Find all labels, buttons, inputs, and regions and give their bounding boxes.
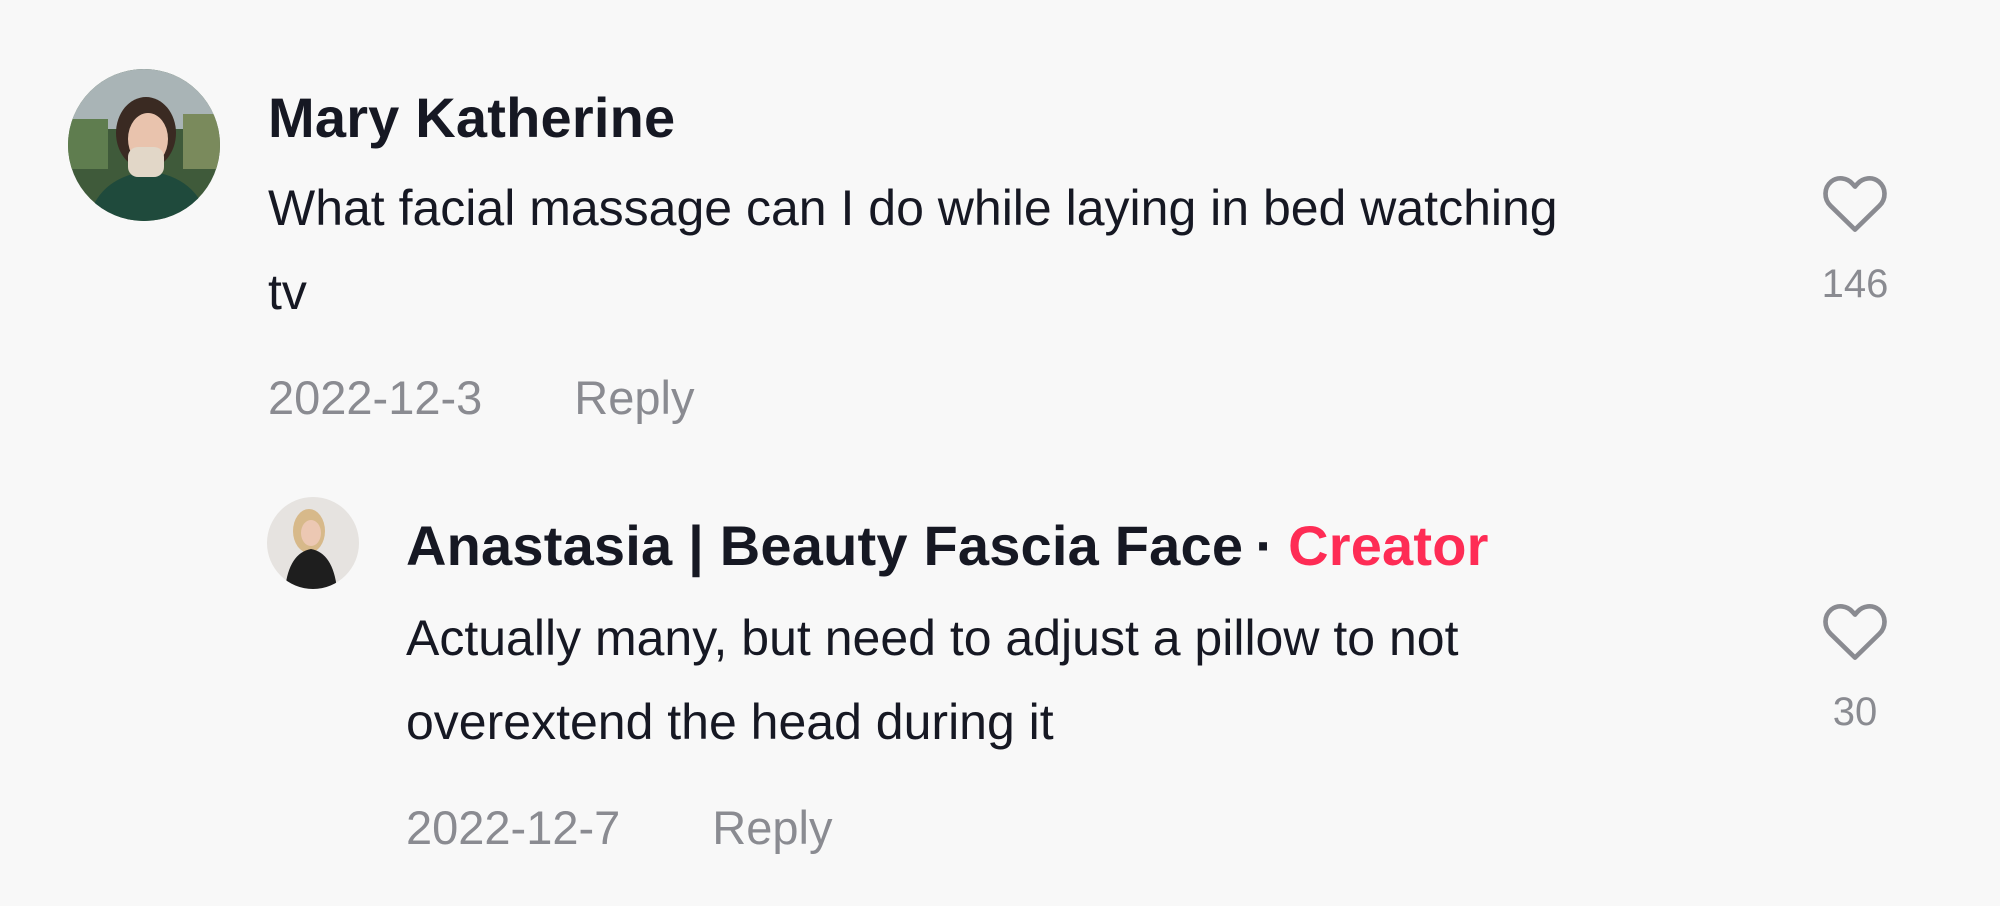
like-button[interactable]: 146: [1800, 170, 1910, 307]
creator-badge: Creator: [1288, 514, 1489, 577]
reply-username: Anastasia | Beauty Fascia Face · Creator: [406, 518, 1489, 574]
avatar[interactable]: [68, 69, 220, 221]
like-button[interactable]: 30: [1800, 598, 1910, 735]
avatar-photo: [68, 69, 220, 221]
heart-outline-icon: [1823, 176, 1887, 232]
reply-text: Actually many, but need to adjust a pill…: [406, 610, 1459, 750]
comment-meta: 2022-12-3 Reply: [268, 374, 694, 421]
reply-button[interactable]: Reply: [712, 801, 832, 854]
reply-date: 2022-12-7: [406, 801, 621, 854]
comment-text: What facial massage can I do while layin…: [268, 180, 1558, 320]
reply-meta: 2022-12-7 Reply: [406, 804, 832, 851]
reply-author-name[interactable]: Anastasia | Beauty Fascia Face: [406, 514, 1243, 577]
like-count: 30: [1832, 690, 1878, 734]
avatar[interactable]: [267, 497, 359, 589]
comment-thread: Mary Katherine What facial massage can I…: [0, 0, 2000, 906]
avatar-photo: [267, 497, 359, 589]
comment-username[interactable]: Mary Katherine: [268, 90, 675, 146]
like-count: 146: [1821, 262, 1889, 306]
heart-outline-icon: [1823, 604, 1887, 660]
reply-button[interactable]: Reply: [574, 371, 694, 424]
comment-date: 2022-12-3: [268, 371, 483, 424]
separator-dot: ·: [1255, 514, 1275, 577]
